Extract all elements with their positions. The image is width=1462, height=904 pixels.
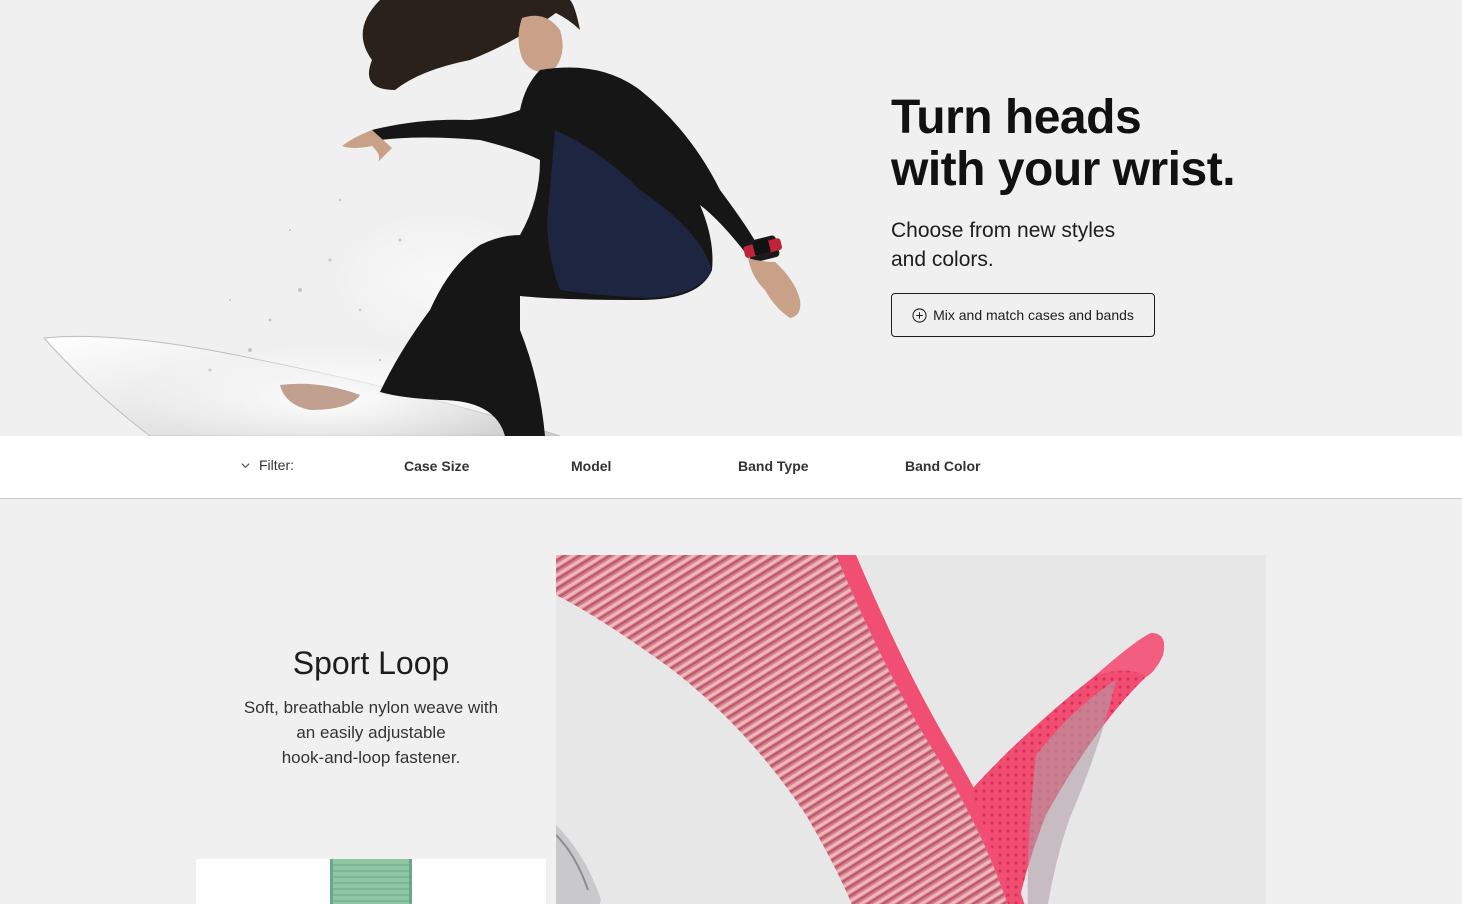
hero-subheadline: Choose from new styles and colors.	[891, 216, 1371, 274]
chevron-down-icon	[241, 462, 250, 468]
hero-sub-line1: Choose from new styles	[891, 219, 1116, 242]
surfer-hero-image	[42, 0, 801, 436]
filter-toggle[interactable]: Filter:	[240, 457, 294, 473]
filter-band-color[interactable]: Band Color	[905, 458, 980, 474]
plus-circle-icon	[912, 307, 927, 323]
filter-model[interactable]: Model	[571, 458, 611, 474]
product-description: Soft, breathable nylon weave with an eas…	[196, 695, 546, 770]
product-section-sport-loop: Sport Loop Soft, breathable nylon weave …	[0, 499, 1462, 904]
filter-case-size[interactable]: Case Size	[404, 458, 469, 474]
mix-and-match-button[interactable]: Mix and match cases and bands	[891, 293, 1155, 337]
filter-band-type[interactable]: Band Type	[738, 458, 809, 474]
page: Turn heads with your wrist. Choose from …	[0, 0, 1462, 904]
band-swatch-card[interactable]	[196, 859, 546, 904]
product-title: Sport Loop	[292, 645, 450, 681]
sport-loop-band-image	[556, 555, 1266, 904]
hero-sub-line2: and colors.	[891, 248, 994, 271]
filter-label: Filter:	[259, 457, 294, 473]
mix-and-match-label: Mix and match cases and bands	[933, 307, 1134, 323]
product-desc-line3: hook-and-loop fastener.	[281, 748, 461, 767]
filter-bar: Filter: Case Size Model Band Type Band C…	[0, 436, 1462, 499]
hero-headline-line2: with your wrist.	[891, 143, 1236, 196]
hero-copy: Turn heads with your wrist. Choose from …	[891, 92, 1371, 337]
hero-headline-line1: Turn heads	[891, 91, 1142, 144]
hero-section: Turn heads with your wrist. Choose from …	[0, 0, 1462, 436]
product-desc-line1: Soft, breathable nylon weave with	[243, 698, 499, 717]
green-sport-loop-swatch	[330, 859, 412, 904]
hero-headline: Turn heads with your wrist.	[891, 92, 1371, 196]
product-desc-line2: an easily adjustable	[296, 723, 446, 742]
